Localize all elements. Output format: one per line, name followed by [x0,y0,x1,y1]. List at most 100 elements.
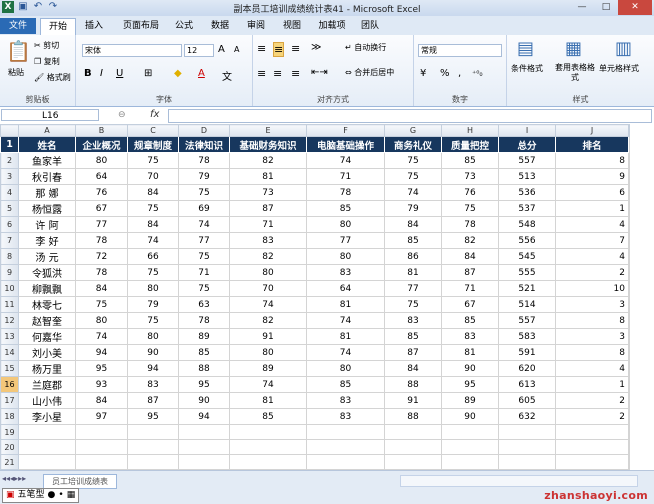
empty-cell[interactable] [18,424,76,440]
data-cell[interactable]: 83 [127,376,179,393]
align-middle-icon[interactable]: ≡ [273,42,285,57]
align-bottom-icon[interactable]: ≡ [291,42,300,55]
tab-insert[interactable]: 插入 [80,18,108,34]
data-cell[interactable]: 75 [441,200,499,217]
empty-cell[interactable] [306,454,385,470]
data-cell[interactable]: 557 [498,152,556,169]
data-cell[interactable]: 76 [441,184,499,201]
data-cell[interactable]: 兰庭郡 [18,376,76,393]
empty-cell[interactable] [628,248,630,265]
data-cell[interactable]: 84 [384,216,442,233]
data-cell[interactable]: 77 [75,216,128,233]
tab-file[interactable]: 文件 [0,18,36,34]
data-cell[interactable]: 71 [178,264,230,281]
worksheet[interactable]: A B C D E F G H I J 1 姓名 企业概况 规章制度 法律知识 基础财务知识 电脑基础操作 商务礼… [0,124,654,470]
column-header[interactable]: D [178,124,230,137]
data-cell[interactable]: 88 [384,376,442,393]
data-cell[interactable]: 80 [306,248,385,265]
data-cell[interactable]: 90 [441,408,499,425]
spreadsheet-grid[interactable]: A B C D E F G H I J 1 姓名 企业概况 规章制度 法律知识 基础财务知识 电脑基础操作 商务礼… [0,124,630,470]
data-cell[interactable]: 75 [178,280,230,297]
cell-styles-icon[interactable]: ▥ [615,38,632,59]
empty-cell[interactable] [555,454,629,470]
data-cell[interactable]: 77 [178,232,230,249]
data-cell[interactable]: 74 [127,232,179,249]
empty-cell[interactable] [628,376,630,393]
data-cell[interactable]: 7 [555,232,629,249]
data-cell[interactable]: 74 [384,184,442,201]
data-cell[interactable]: 许 阿 [18,216,76,233]
column-header[interactable]: A [18,124,76,137]
column-header[interactable]: B [75,124,128,137]
data-cell[interactable]: 77 [306,232,385,249]
data-cell[interactable]: 632 [498,408,556,425]
data-cell[interactable]: 杨万里 [18,360,76,377]
header-cell[interactable]: 规章制度 [127,136,179,153]
empty-cell[interactable] [628,360,630,377]
data-cell[interactable]: 83 [306,264,385,281]
paste-button[interactable]: 粘贴 [8,67,24,78]
data-cell[interactable]: 80 [229,264,307,281]
row-header[interactable]: 1 [0,136,19,153]
data-cell[interactable]: 75 [384,152,442,169]
data-cell[interactable]: 83 [229,232,307,249]
data-cell[interactable]: 75 [127,312,179,329]
data-cell[interactable]: 91 [384,392,442,409]
name-box[interactable]: L16 [1,109,99,121]
data-cell[interactable]: 80 [306,360,385,377]
data-cell[interactable]: 71 [229,216,307,233]
empty-cell[interactable] [306,424,385,440]
empty-cell[interactable] [628,424,630,440]
row-header[interactable]: 15 [0,360,19,377]
row-header[interactable]: 13 [0,328,19,345]
empty-cell[interactable] [628,328,630,345]
data-cell[interactable]: 94 [178,408,230,425]
column-header[interactable]: J [555,124,629,137]
maximize-button[interactable]: □ [594,0,618,15]
empty-cell[interactable] [628,312,630,329]
font-size-combo[interactable]: 12 [184,44,214,57]
data-cell[interactable]: 97 [75,408,128,425]
data-cell[interactable]: 4 [555,216,629,233]
empty-cell[interactable] [628,344,630,361]
tab-review[interactable]: 审阅 [242,18,270,34]
decimal-icons[interactable]: ⁺⁰₀ [472,69,483,78]
font-color-button[interactable]: A [198,68,205,79]
empty-cell[interactable] [498,424,556,440]
data-cell[interactable]: 何嘉华 [18,328,76,345]
empty-cell[interactable] [628,408,630,425]
data-cell[interactable]: 81 [229,392,307,409]
shrink-font-button[interactable]: A [234,45,239,54]
data-cell[interactable]: 83 [384,312,442,329]
data-cell[interactable]: 8 [555,312,629,329]
data-cell[interactable]: 74 [306,152,385,169]
tab-view[interactable]: 视图 [278,18,306,34]
data-cell[interactable]: 536 [498,184,556,201]
data-cell[interactable]: 84 [75,392,128,409]
header-cell[interactable]: 电脑基础操作 [306,136,385,153]
data-cell[interactable]: 75 [75,296,128,313]
data-cell[interactable]: 82 [229,152,307,169]
row-header[interactable]: 21 [0,454,19,470]
empty-cell[interactable] [628,216,630,233]
data-cell[interactable]: 75 [384,296,442,313]
cut-button[interactable]: ✂ 剪切 [34,40,59,51]
data-cell[interactable]: 74 [75,328,128,345]
header-cell[interactable]: 姓名 [18,136,76,153]
data-cell[interactable]: 秋引春 [18,168,76,185]
empty-cell[interactable] [18,454,76,470]
data-cell[interactable]: 67 [441,296,499,313]
data-cell[interactable]: 69 [178,200,230,217]
column-header[interactable]: G [384,124,442,137]
data-cell[interactable]: 76 [75,184,128,201]
data-cell[interactable]: 78 [441,216,499,233]
data-cell[interactable]: 555 [498,264,556,281]
row-header[interactable]: 11 [0,296,19,313]
empty-cell[interactable] [628,168,630,185]
data-cell[interactable]: 3 [555,296,629,313]
ime-toolbar[interactable]: ▣ 五笔型 ● • ▦ [2,488,80,503]
empty-cell[interactable] [127,439,179,455]
data-cell[interactable]: 79 [178,168,230,185]
data-cell[interactable]: 80 [75,312,128,329]
data-cell[interactable]: 6 [555,184,629,201]
